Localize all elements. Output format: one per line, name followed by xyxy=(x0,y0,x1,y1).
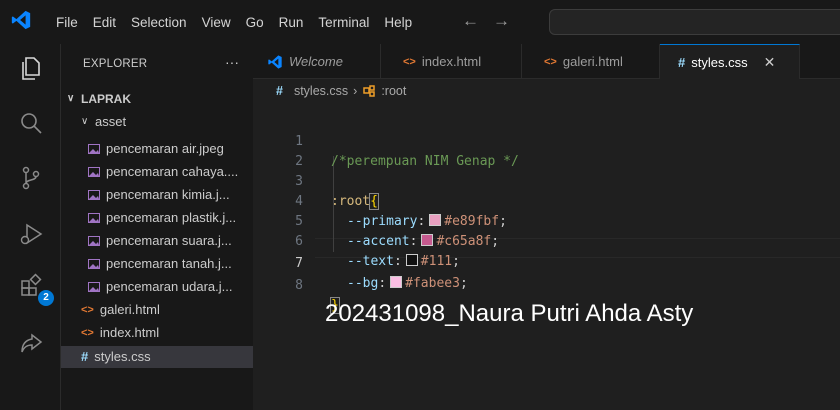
file-label: pencemaran tanah.j... xyxy=(106,256,232,271)
menu-run[interactable]: Run xyxy=(279,15,304,30)
image-file-icon xyxy=(88,144,100,154)
image-file-icon xyxy=(88,236,100,246)
html-file-icon: <> xyxy=(403,55,416,68)
breadcrumb: # styles.css › :root xyxy=(276,84,406,98)
code-line: 4 --primary: #e89fbf; xyxy=(253,172,840,229)
tab-label: index.html xyxy=(421,54,482,69)
code-line: 3 :root{ xyxy=(253,152,840,210)
nav-arrows: ← → xyxy=(462,11,510,31)
menu-edit[interactable]: Edit xyxy=(93,15,116,30)
folder-asset[interactable]: ∨ asset xyxy=(81,111,126,133)
file-label: pencemaran cahaya.... xyxy=(106,164,239,179)
color-swatch[interactable] xyxy=(390,276,403,288)
symbol-class-icon xyxy=(363,85,376,97)
chevron-down-icon: ∨ xyxy=(67,93,75,104)
command-center-search[interactable] xyxy=(549,9,840,35)
list-item[interactable]: <> galeri.html xyxy=(81,299,160,321)
tab-index-html[interactable]: <> index.html xyxy=(381,44,522,79)
file-label: styles.css xyxy=(94,349,151,364)
tab-styles-css[interactable]: # styles.css ✕ xyxy=(660,44,800,79)
chevron-down-icon: ∨ xyxy=(81,116,89,127)
html-file-icon: <> xyxy=(81,327,94,339)
html-file-icon: <> xyxy=(81,304,94,316)
code-line: 5 --accent: #c65a8f; xyxy=(253,192,840,249)
tab-galeri-html[interactable]: <> galeri.html xyxy=(522,44,660,79)
menu-selection[interactable]: Selection xyxy=(131,15,187,30)
file-label: pencemaran air.jpeg xyxy=(106,141,224,156)
image-file-icon xyxy=(88,259,100,269)
code-line: 7 --bg: #fabee3; xyxy=(253,234,840,291)
menu-help[interactable]: Help xyxy=(384,15,412,30)
list-item[interactable]: pencemaran udara.j... xyxy=(88,276,232,298)
vscode-logo-icon[interactable] xyxy=(10,9,32,31)
source-control-icon[interactable] xyxy=(17,164,45,192)
image-file-icon xyxy=(88,167,100,177)
editor-tabs: Welcome <> index.html <> galeri.html # s… xyxy=(253,44,840,79)
breadcrumb-symbol[interactable]: :root xyxy=(381,84,406,98)
tab-label: galeri.html xyxy=(562,54,623,69)
menu-go[interactable]: Go xyxy=(246,15,264,30)
list-item[interactable]: pencemaran air.jpeg xyxy=(88,138,224,160)
chevron-right-icon: › xyxy=(353,84,358,98)
file-label: galeri.html xyxy=(99,302,160,317)
menu-bar: File Edit Selection View Go Run Terminal… xyxy=(56,0,427,44)
css-file-icon: # xyxy=(276,84,283,98)
file-label: pencemaran suara.j... xyxy=(106,233,232,248)
line-number: 8 xyxy=(295,278,303,293)
html-file-icon: <> xyxy=(544,55,557,68)
code-editor[interactable]: 1 /*perempuan NIM Genap */ 2 3 :root{ 4 … xyxy=(253,104,840,410)
back-arrow-icon[interactable]: ← xyxy=(462,11,479,31)
css-file-icon: # xyxy=(81,349,89,364)
search-icon[interactable] xyxy=(17,110,45,138)
live-share-icon[interactable] xyxy=(17,330,45,358)
tab-label: Welcome xyxy=(289,54,343,69)
folder-label: LAPRAK xyxy=(81,92,131,106)
explorer-files-icon[interactable] xyxy=(17,54,45,82)
css-variable-name: --bg xyxy=(347,276,379,291)
folder-root-laprak[interactable]: ∨ LAPRAK xyxy=(67,88,131,110)
forward-arrow-icon[interactable]: → xyxy=(493,11,510,31)
extensions-badge: 2 xyxy=(38,290,54,306)
vscode-logo-icon xyxy=(268,54,282,69)
list-item[interactable]: pencemaran tanah.j... xyxy=(88,253,232,275)
list-item[interactable]: pencemaran plastik.j... xyxy=(88,207,236,229)
list-item[interactable]: pencemaran kimia.j... xyxy=(88,184,230,206)
file-label: pencemaran udara.j... xyxy=(106,279,233,294)
explorer-sidebar: EXPLORER ··· ∨ LAPRAK ∨ asset pencemaran… xyxy=(61,44,253,410)
more-actions-icon[interactable]: ··· xyxy=(225,54,239,70)
code-content: --bg: #fabee3; xyxy=(347,276,468,291)
file-label: index.html xyxy=(99,325,160,340)
file-label: pencemaran plastik.j... xyxy=(106,210,237,225)
breadcrumb-file[interactable]: styles.css xyxy=(294,84,348,98)
list-item[interactable]: pencemaran cahaya.... xyxy=(88,161,238,183)
css-variable-value: #fabee3 xyxy=(405,276,460,291)
list-item[interactable]: <> index.html xyxy=(81,322,159,344)
code-line: 8 } xyxy=(253,256,840,314)
image-file-icon xyxy=(88,213,100,223)
code-line: 1 /*perempuan NIM Genap */ xyxy=(253,112,840,169)
tab-welcome[interactable]: Welcome xyxy=(253,44,381,79)
css-file-icon: # xyxy=(678,54,686,70)
code-line: 6 --text: #111; xyxy=(253,212,840,269)
close-icon[interactable]: ✕ xyxy=(764,54,776,71)
menu-file[interactable]: File xyxy=(56,15,78,30)
tab-label: styles.css xyxy=(691,54,748,70)
author-caption: 202431098_Naura Putri Ahda Asty xyxy=(325,300,694,327)
list-item-selected[interactable]: # styles.css xyxy=(61,346,253,368)
activity-bar: 2 xyxy=(0,44,61,410)
image-file-icon xyxy=(88,190,100,200)
explorer-title: EXPLORER xyxy=(83,58,148,70)
menu-view[interactable]: View xyxy=(202,15,231,30)
run-debug-icon[interactable] xyxy=(17,220,45,248)
title-bar: File Edit Selection View Go Run Terminal… xyxy=(0,0,840,50)
folder-label: asset xyxy=(95,114,127,129)
file-label: pencemaran kimia.j... xyxy=(106,187,230,202)
menu-terminal[interactable]: Terminal xyxy=(318,15,369,30)
image-file-icon xyxy=(88,282,100,292)
list-item[interactable]: pencemaran suara.j... xyxy=(88,230,232,252)
code-line: 2 xyxy=(253,132,840,169)
